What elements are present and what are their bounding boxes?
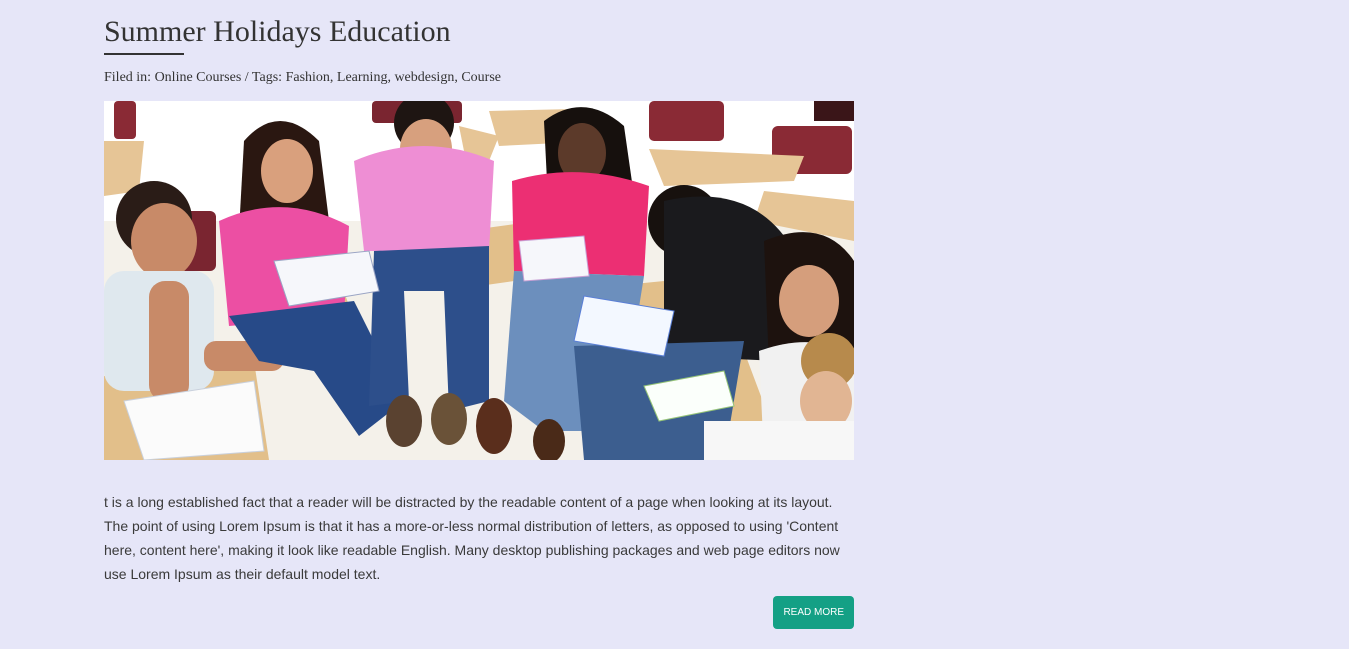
filed-in-label: Filed in: [104,70,152,85]
tag-link-fashion[interactable]: Fashion [286,70,330,85]
post-meta: Filed in: Online Courses / Tags: Fashion… [104,70,501,85]
post-actions: READ MORE [104,596,854,629]
blog-post: Summer Holidays Education Filed in: Onli… [104,0,854,629]
title-underline [104,53,184,55]
post-featured-image[interactable] [104,101,854,460]
tag-link-course[interactable]: Course [461,70,501,85]
read-more-button[interactable]: READ MORE [773,596,854,629]
post-title[interactable]: Summer Holidays Education [104,0,854,50]
meta-separator: / [241,70,252,85]
students-photo-illustration [104,101,854,460]
category-link[interactable]: Online Courses [155,70,242,85]
tag-link-webdesign[interactable]: webdesign [394,70,454,85]
tag-link-learning[interactable]: Learning [337,70,388,85]
tags-label: Tags: [251,70,283,85]
post-excerpt: t is a long established fact that a read… [104,494,840,582]
